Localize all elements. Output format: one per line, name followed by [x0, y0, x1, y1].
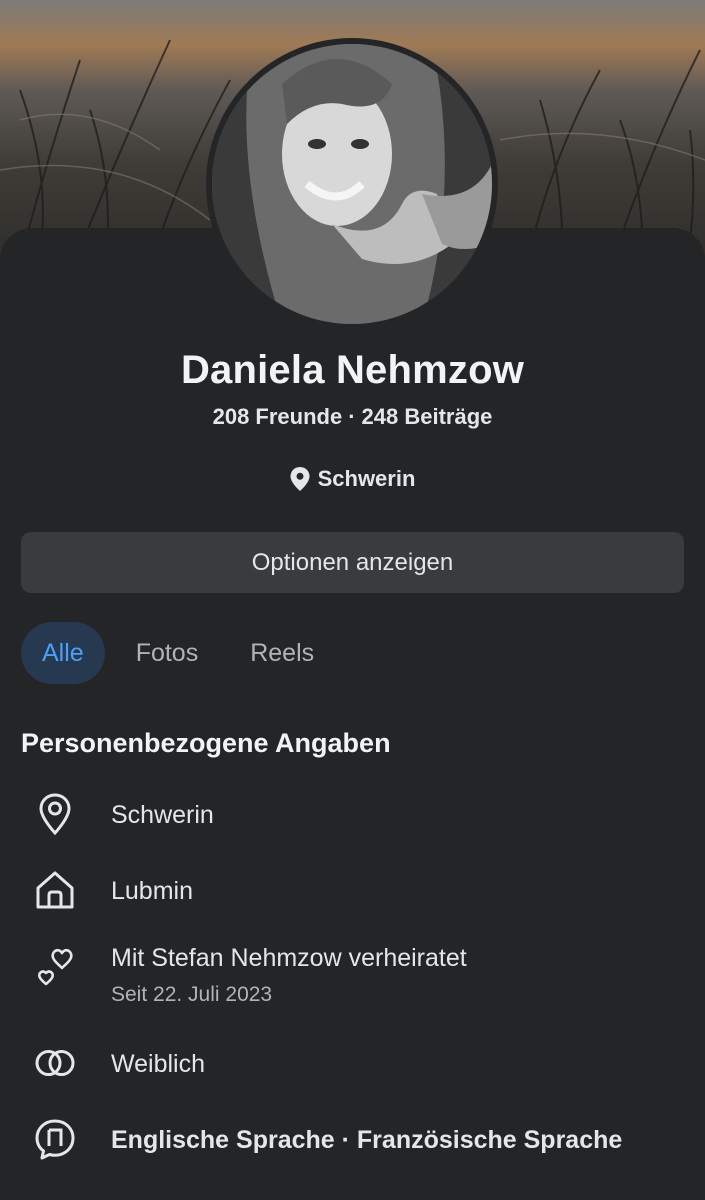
tab-photos[interactable]: Fotos: [115, 622, 220, 684]
home-icon: [34, 869, 76, 911]
avatar-portrait-image: [212, 44, 492, 324]
detail-languages-text: Englische Sprache · Französische Sprache: [111, 1126, 623, 1154]
friends-count[interactable]: 208 Freunde: [213, 404, 343, 429]
content-tabs: Alle Fotos Reels: [21, 622, 345, 684]
tab-all[interactable]: Alle: [21, 622, 105, 684]
stats-separator: ·: [348, 404, 356, 429]
personal-details-title: Personenbezogene Angaben: [21, 728, 391, 758]
detail-current-city-text: Schwerin: [111, 801, 214, 829]
profile-stats: 208 Freunde · 248 Beiträge: [0, 404, 705, 430]
profile-location-text: Schwerin: [317, 466, 416, 491]
detail-relationship-date: Seit 22. Juli 2023: [111, 983, 273, 1006]
hearts-icon: [34, 946, 76, 988]
language-icon: [34, 1118, 76, 1160]
tab-reels[interactable]: Reels: [229, 622, 335, 684]
show-options-button[interactable]: Optionen anzeigen: [21, 532, 684, 593]
location-pin-icon: [290, 467, 310, 491]
profile-name: Daniela Nehmzow: [180, 348, 525, 392]
detail-hometown-text: Lubmin: [111, 877, 193, 905]
profile-page: Daniela Nehmzow 208 Freunde · 248 Beiträge…: [0, 0, 705, 1200]
location-pin-icon: [34, 793, 76, 835]
detail-relationship-text: Mit Stefan Nehmzow verheiratet: [111, 944, 467, 972]
profile-location: Schwerin: [0, 466, 705, 492]
posts-count: 248 Beiträge: [361, 404, 493, 429]
profile-avatar[interactable]: [206, 38, 498, 330]
detail-gender-text: Weiblich: [111, 1050, 206, 1078]
gender-icon: [34, 1042, 76, 1084]
avatar-photo: [212, 44, 492, 324]
